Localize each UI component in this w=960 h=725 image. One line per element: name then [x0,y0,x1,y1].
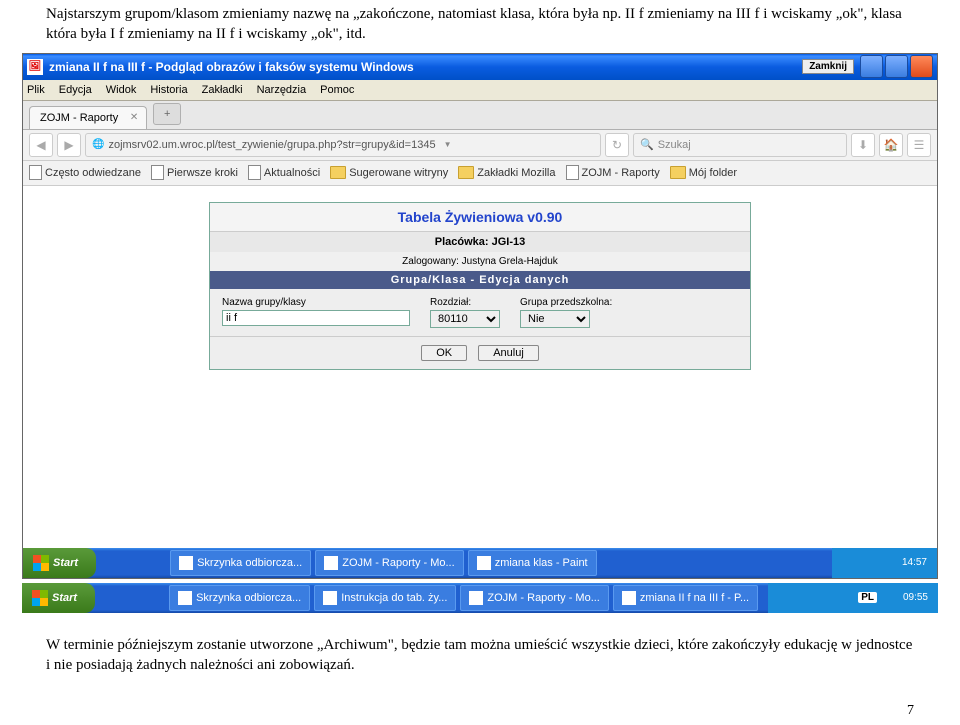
system-tray-inner: 14:57 [832,548,937,578]
page-number: 7 [0,697,960,725]
bookmark-mojfolder[interactable]: Mój folder [670,166,737,179]
cancel-button[interactable]: Anuluj [478,345,539,361]
search-placeholder: Szukaj [658,139,691,151]
menu-historia[interactable]: Historia [150,84,187,96]
system-tray-outer: PL 09:55 [768,583,938,613]
task-item[interactable]: ZOJM - Raporty - Mo... [460,585,608,611]
field-rozdzial: Rozdział: 80110 [430,297,500,328]
tray-icon[interactable] [778,591,792,605]
menu-zakladki[interactable]: Zakładki [202,84,243,96]
tray-icon[interactable] [838,591,852,605]
home-button[interactable]: 🏠 [879,133,903,157]
quicklaunch-o3[interactable] [145,588,165,608]
minimize-button[interactable] [860,55,883,78]
bookmark-aktualnosci[interactable]: Aktualności [248,165,320,180]
window-title: zmiana II f na III f - Podgląd obrazów i… [49,60,414,74]
bookmark-pierwsze[interactable]: Pierwsze kroki [151,165,238,180]
menu-widok[interactable]: Widok [106,84,137,96]
menubar: Plik Edycja Widok Historia Zakładki Narz… [23,80,937,101]
windows-logo-icon [32,590,48,606]
clock-inner: 14:57 [902,557,927,568]
task-item[interactable]: zmiana II f na III f - P... [613,585,758,611]
task-item[interactable]: Instrukcja do tab. ży... [314,585,456,611]
clock-outer: 09:55 [903,592,928,603]
menu-pomoc[interactable]: Pomoc [320,84,354,96]
lang-indicator[interactable]: PL [858,592,877,603]
field-rozdzial-label: Rozdział: [430,297,500,308]
field-nazwa-label: Nazwa grupy/klasy [222,297,410,308]
document-text-bottom: W terminie późniejszym zostanie utworzon… [0,613,960,698]
start-button-inner[interactable]: Start [23,548,96,578]
url-text: zojmsrv02.um.wroc.pl/test_zywienie/grupa… [108,139,435,151]
reload-button[interactable]: ↻ [605,133,629,157]
url-toolbar: ◀ ▶ 🌐 zojmsrv02.um.wroc.pl/test_zywienie… [23,130,937,161]
bookmark-czesto[interactable]: Często odwiedzane [29,165,141,180]
outer-taskbar: Start Skrzynka odbiorcza... Instrukcja d… [22,583,938,613]
search-icon: 🔍 [640,138,654,151]
button-row: OK Anuluj [210,336,750,369]
task-item[interactable]: Skrzynka odbiorcza... [169,585,310,611]
select-rozdzial[interactable]: 80110 [430,310,500,328]
document-text-top: Najstarszym grupom/klasom zmieniamy nazw… [0,0,960,49]
windows-logo-icon [33,555,49,571]
section-header: Grupa/Klasa - Edycja danych [210,271,750,289]
globe-icon: 🌐 [92,139,104,150]
task-item[interactable]: Skrzynka odbiorcza... [170,550,311,576]
tray-icon[interactable] [862,556,876,570]
new-tab-button[interactable]: + [153,103,181,125]
tab-label: ZOJM - Raporty [40,112,118,124]
page-content: Tabela Żywieniowa v0.90 Placówka: JGI-13… [23,186,937,548]
forward-button[interactable]: ▶ [57,133,81,157]
tray-icon[interactable] [798,591,812,605]
quicklaunch-2[interactable] [122,553,142,573]
menu-narzedzia[interactable]: Narzędzia [257,84,307,96]
ok-button[interactable]: OK [421,345,467,361]
tray-icon[interactable] [818,591,832,605]
app-icon: 🖼 [27,59,43,75]
menu-edycja[interactable]: Edycja [59,84,92,96]
url-dropdown-icon[interactable]: ▼ [444,140,452,149]
field-grupa-label: Grupa przedszkolna: [520,297,612,308]
window-titlebar: 🖼 zmiana II f na III f - Podgląd obrazów… [23,54,937,80]
field-nazwa: Nazwa grupy/klasy [222,297,410,326]
quicklaunch-3[interactable] [146,553,166,573]
app-title: Tabela Żywieniowa v0.90 [210,203,750,232]
task-item[interactable]: zmiana klas - Paint [468,550,597,576]
bookmark-sugerowane[interactable]: Sugerowane witryny [330,166,448,179]
menu-button[interactable]: ☰ [907,133,931,157]
quicklaunch-o1[interactable] [97,588,117,608]
start-button-outer[interactable]: Start [22,583,95,613]
bookmark-zojm[interactable]: ZOJM - Raporty [566,165,660,180]
tray-icon[interactable] [883,591,897,605]
inner-taskbar: Start Skrzynka odbiorcza... ZOJM - Rapor… [23,548,937,578]
form-row: Nazwa grupy/klasy Rozdział: 80110 Grupa … [210,289,750,336]
quicklaunch-o2[interactable] [121,588,141,608]
search-input[interactable]: 🔍 Szukaj [633,133,847,157]
app-panel: Tabela Żywieniowa v0.90 Placówka: JGI-13… [209,202,751,370]
input-nazwa[interactable] [222,310,410,326]
browser-tab[interactable]: ZOJM - Raporty ✕ [29,106,147,129]
select-grupa[interactable]: Nie [520,310,590,328]
back-button[interactable]: ◀ [29,133,53,157]
embedded-screenshot: 🖼 zmiana II f na III f - Podgląd obrazów… [22,53,938,579]
bookmark-mozilla[interactable]: Zakładki Mozilla [458,166,555,179]
bookmarks-bar: Często odwiedzane Pierwsze kroki Aktualn… [23,161,937,186]
task-item[interactable]: ZOJM - Raporty - Mo... [315,550,463,576]
logged-in-label: Zalogowany: Justyna Grela-Hajduk [210,252,750,271]
close-button[interactable] [910,55,933,78]
download-button[interactable]: ⬇ [851,133,875,157]
close-link[interactable]: Zamknij [802,59,854,74]
quicklaunch-1[interactable] [98,553,118,573]
field-grupa: Grupa przedszkolna: Nie [520,297,612,328]
maximize-button[interactable] [885,55,908,78]
menu-plik[interactable]: Plik [27,84,45,96]
tray-icon[interactable] [842,556,856,570]
tray-icon[interactable] [882,556,896,570]
placowka-label: Placówka: JGI-13 [210,232,750,252]
tab-close-icon[interactable]: ✕ [130,112,138,123]
url-input[interactable]: 🌐 zojmsrv02.um.wroc.pl/test_zywienie/gru… [85,133,601,157]
tab-strip: ZOJM - Raporty ✕ + [23,101,937,130]
